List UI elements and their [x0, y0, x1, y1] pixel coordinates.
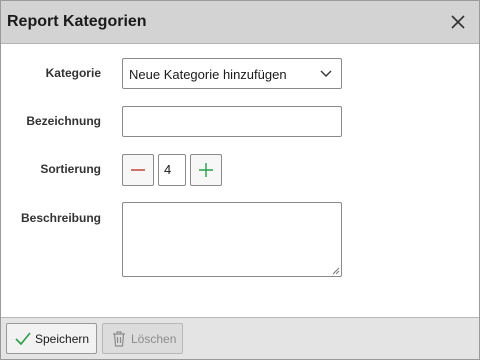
report-categories-dialog: Report Kategorien Kategorie Neue Kategor… — [0, 0, 480, 360]
save-button-label: Speichern — [35, 331, 90, 346]
name-label: Bezeichnung — [26, 114, 101, 128]
delete-button[interactable]: Löschen — [102, 323, 183, 354]
sort-value[interactable]: 4 — [158, 154, 186, 186]
name-input[interactable] — [122, 106, 342, 137]
category-label: Kategorie — [45, 66, 101, 80]
resize-grip-icon[interactable] — [331, 266, 340, 275]
description-textarea[interactable] — [122, 202, 342, 277]
save-button[interactable]: Speichern — [6, 323, 97, 354]
close-icon — [451, 15, 465, 29]
dialog-footer: Speichern Löschen — [1, 317, 479, 359]
chevron-down-icon — [320, 70, 332, 77]
close-button[interactable] — [448, 12, 468, 32]
minus-icon — [131, 169, 145, 171]
sort-increment-button[interactable] — [190, 154, 222, 186]
sort-label: Sortierung — [40, 162, 101, 176]
delete-button-label: Löschen — [131, 331, 177, 346]
checkmark-icon — [14, 330, 32, 348]
category-select[interactable]: Neue Kategorie hinzufügen — [122, 58, 342, 89]
dialog-title: Report Kategorien — [7, 13, 147, 30]
category-selected-value: Neue Kategorie hinzufügen — [129, 67, 287, 82]
trash-icon — [110, 330, 128, 348]
plus-icon — [199, 163, 213, 177]
description-label: Beschreibung — [20, 211, 101, 225]
dialog-titlebar: Report Kategorien — [1, 1, 479, 44]
sort-decrement-button[interactable] — [122, 154, 154, 186]
